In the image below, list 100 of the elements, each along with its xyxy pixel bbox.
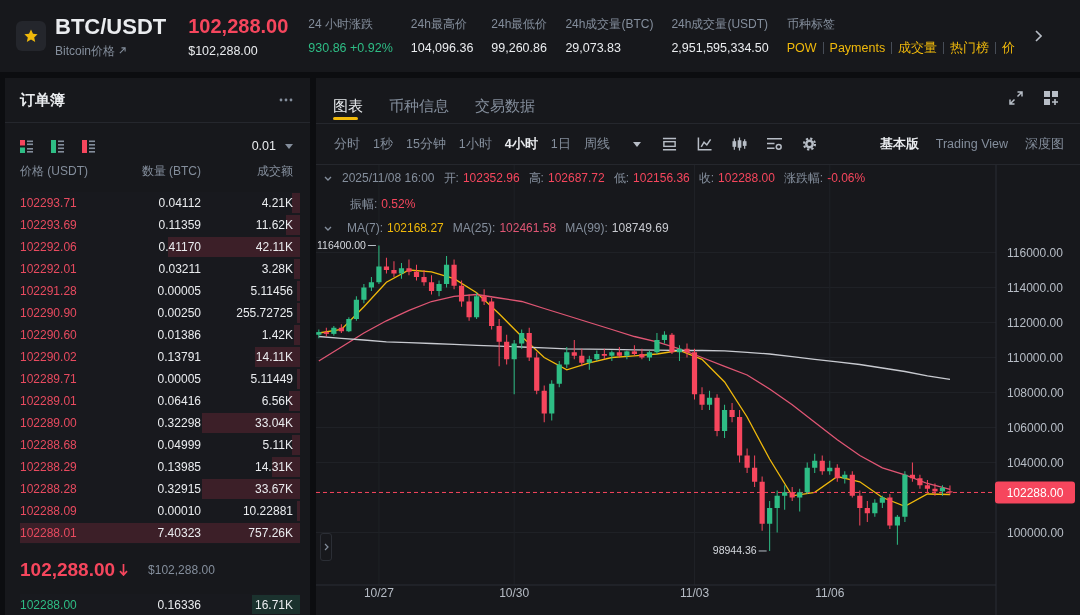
order-total: 33.67K (253, 482, 293, 496)
ma-value: 108749.69 (611, 221, 669, 235)
coin-tag[interactable]: Payments (829, 39, 886, 57)
list-options-icon[interactable] (766, 137, 782, 151)
order-amount: 0.16336 (156, 597, 201, 612)
interval-tab[interactable]: 4小时 (504, 135, 538, 153)
ask-price: 102289.01 (20, 394, 78, 408)
stat-label: 24h最低价 (491, 16, 548, 33)
interval-tab[interactable]: 1秒 (373, 135, 393, 153)
ma-label: MA(99): (565, 221, 608, 235)
coin-tag[interactable]: 成交量 (898, 39, 938, 57)
order-total: 10.22881 (241, 504, 293, 518)
ref-line-label: 102288.00 (1006, 485, 1064, 500)
ask-price: 102288.29 (20, 460, 78, 474)
price-axis-label: 108000.00 (1007, 386, 1064, 400)
order-total: 33.04K (253, 416, 293, 430)
order-total: 14.11K (254, 350, 293, 364)
order-total: 255.72725 (235, 306, 293, 320)
price-axis-label: 112000.00 (1007, 316, 1063, 330)
date-axis-label: 10/27 (363, 586, 394, 600)
order-total: 16.71K (253, 597, 293, 612)
column-header: 数量 (BTC) (140, 162, 201, 180)
interval-tab[interactable]: 15分钟 (405, 135, 446, 153)
chevron-right-icon[interactable] (1035, 30, 1042, 42)
order-amount: 0.13985 (156, 460, 201, 474)
coin-tag[interactable]: POW (786, 39, 817, 57)
order-amount: 0.06416 (156, 394, 201, 408)
interval-tab[interactable]: 1日 (550, 135, 571, 153)
ohlc-label: 涨跌幅: (783, 171, 824, 185)
order-total: 5.11449 (249, 372, 293, 386)
ohlc-value: 102352.96 (462, 171, 520, 185)
chevron-down-icon[interactable] (324, 225, 332, 231)
last-price-usd: $102,288.00 (188, 43, 259, 59)
ask-price: 102292.01 (20, 262, 78, 276)
stacked-bars-icon[interactable] (661, 137, 677, 151)
order-amount: 0.00005 (156, 284, 201, 298)
ask-price: 102289.71 (20, 372, 78, 386)
ohlc-value: 0.52% (381, 197, 416, 211)
expand-icon[interactable] (1009, 91, 1023, 105)
caret-down-icon[interactable] (632, 141, 641, 147)
coin-price-link[interactable]: Bitcoin价格 (55, 42, 127, 59)
coin-tag[interactable]: 价 (1002, 39, 1016, 57)
date-axis-label: 10/30 (499, 586, 530, 600)
order-total: 5.11K (261, 438, 293, 452)
order-total: 11.62K (254, 218, 293, 232)
line-chart-icon[interactable] (696, 137, 712, 151)
stat-value: 930.86 +0.92% (308, 40, 393, 57)
order-amount: 0.00250 (156, 306, 201, 320)
order-total: 5.11456 (249, 284, 293, 298)
order-total: 4.21K (260, 196, 293, 210)
order-amount: 0.41170 (157, 240, 201, 254)
date-axis-label: 11/03 (679, 586, 710, 600)
stat-value: 99,260.86 (491, 40, 548, 57)
order-amount: 0.11359 (157, 218, 201, 232)
order-total: 757.26K (247, 526, 293, 540)
ohlc-value: 102288.00 (718, 171, 775, 185)
price-axis-label: 100000.00 (1007, 526, 1064, 540)
price-axis-label: 114000.00 (1007, 281, 1063, 295)
column-header: 成交额 (256, 162, 293, 180)
tab[interactable]: 图表 (333, 78, 363, 123)
price-axis-label: 110000.00 (1007, 351, 1063, 365)
settings-icon[interactable] (801, 137, 817, 151)
order-amount: 0.04112 (157, 196, 201, 210)
chevron-down-icon[interactable] (324, 175, 332, 181)
last-price: 102,288.00 (20, 559, 116, 581)
ohlc-label: 收: (698, 171, 715, 185)
precision-select[interactable]: 0.01 (251, 139, 293, 153)
ohlc-label: 振幅: (350, 197, 378, 211)
both-sides-layout-icon[interactable] (20, 139, 33, 153)
interval-tab[interactable]: 分时 (334, 135, 360, 153)
price-axis-label: 106000.00 (1007, 421, 1064, 435)
layout-grid-icon[interactable] (1044, 91, 1058, 105)
ohlc-label: 高: (528, 171, 544, 185)
candlestick-icon[interactable] (731, 137, 747, 151)
asks-layout-icon[interactable] (82, 139, 95, 153)
view-tab[interactable]: 基本版 (879, 135, 919, 153)
bids-layout-icon[interactable] (51, 139, 64, 153)
view-tab[interactable]: Trading View (935, 137, 1008, 151)
stat-label: 24h成交量(USDT) (671, 16, 769, 33)
tab[interactable]: 币种信息 (389, 78, 449, 123)
stat-label: 币种标签 (786, 16, 836, 33)
tab[interactable]: 交易数据 (475, 78, 535, 123)
ask-price: 102288.01 (20, 526, 78, 540)
caret-down-icon (285, 143, 293, 149)
order-total: 42.11K (254, 240, 293, 254)
ask-price: 102288.68 (20, 438, 78, 452)
ma-label: MA(7): (347, 221, 383, 235)
interval-tab[interactable]: 周线 (583, 135, 610, 153)
order-amount: 0.32298 (156, 416, 201, 430)
price-axis-label: 104000.00 (1007, 456, 1064, 470)
ohlc-value: 102687.72 (547, 171, 605, 185)
order-total: 1.42K (260, 328, 293, 342)
ask-price: 102288.28 (20, 482, 78, 496)
ohlc-label: 低: (613, 171, 630, 185)
interval-tab[interactable]: 1小时 (458, 135, 492, 153)
coin-tag[interactable]: 热门榜 (950, 39, 990, 57)
ohlc-value: -0.06% (827, 171, 866, 185)
more-icon[interactable] (279, 98, 293, 102)
order-amount: 0.03211 (157, 262, 201, 276)
view-tab[interactable]: 深度图 (1025, 135, 1064, 153)
